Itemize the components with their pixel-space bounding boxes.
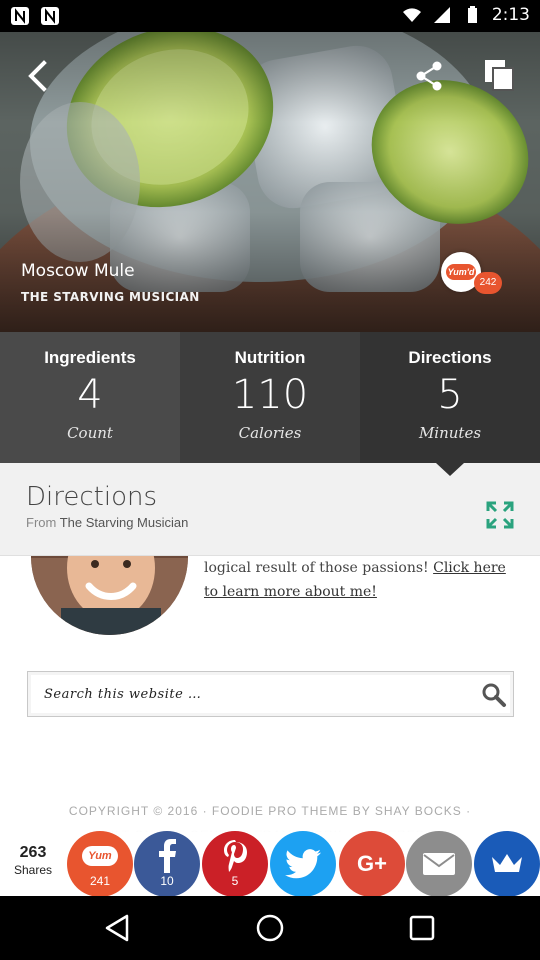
from-name: The Starving Musician	[59, 515, 189, 530]
recipe-hero: Moscow Mule THE STARVING MUSICIAN Yum'd …	[0, 32, 540, 332]
author-bio: logical result of those passions! Click …	[204, 556, 518, 604]
tab-ingredients[interactable]: Ingredients 4 Count	[0, 332, 180, 463]
recipe-author: THE STARVING MUSICIAN	[21, 290, 200, 304]
notification-n-icon	[41, 7, 59, 25]
yum-share-count: 241	[89, 874, 111, 888]
recipe-title: Moscow Mule	[21, 261, 135, 281]
search-submit-button[interactable]	[481, 682, 507, 708]
tab-label: Directions	[408, 348, 492, 367]
share-button[interactable]	[407, 54, 451, 98]
share-total-label: Shares	[13, 863, 53, 877]
pinterest-share-count: 5	[231, 874, 239, 888]
tab-value: 110	[231, 372, 309, 418]
tab-unit: Count	[67, 424, 113, 442]
pinterest-share-button[interactable]: 5	[202, 831, 268, 897]
site-search	[27, 671, 514, 717]
tab-unit: Calories	[238, 424, 302, 442]
home-circle-icon	[256, 914, 284, 942]
twitter-icon	[285, 849, 321, 879]
tab-unit: Minutes	[418, 424, 482, 442]
social-share-bar: 263 Shares Yum 241 10 5 G+	[0, 830, 540, 897]
nav-back-button[interactable]	[98, 908, 138, 948]
yum-share-button[interactable]: Yum 241	[67, 831, 133, 897]
email-share-button[interactable]	[406, 831, 472, 897]
author-photo	[31, 556, 188, 635]
tab-value: 4	[77, 372, 103, 418]
search-input[interactable]	[28, 672, 468, 716]
back-button[interactable]	[16, 54, 60, 98]
search-icon	[482, 683, 506, 707]
google-plus-icon: G+	[357, 851, 387, 876]
yum-button[interactable]: Yum'd 242	[441, 250, 503, 296]
tab-nutrition[interactable]: Nutrition 110 Calories	[180, 332, 360, 463]
tab-label: Ingredients	[44, 348, 136, 367]
clock: 2:13	[491, 5, 530, 25]
yum-icon: Yum	[82, 846, 118, 866]
directions-source: From The Starving Musician	[26, 515, 188, 530]
battery-icon	[467, 6, 477, 23]
twitter-share-button[interactable]	[270, 831, 336, 897]
expand-icon	[486, 501, 514, 529]
back-arrow-icon	[28, 60, 47, 92]
yum-label: Yum'd	[446, 264, 476, 280]
from-label: From	[26, 515, 57, 530]
copyright-line-1: COPYRIGHT © 2016 · FOODIE PRO THEME BY S…	[68, 804, 472, 818]
recents-square-icon	[409, 915, 435, 941]
share-total: 263	[19, 844, 47, 861]
facebook-share-count: 10	[160, 874, 174, 888]
notification-n-icon	[11, 7, 29, 25]
facebook-icon	[159, 839, 176, 873]
crown-icon	[492, 854, 522, 872]
pinterest-icon	[224, 840, 247, 872]
nav-recents-button[interactable]	[402, 908, 442, 948]
page-content: logical result of those passions! Click …	[0, 556, 540, 832]
copy-button[interactable]	[477, 54, 521, 98]
share-icon	[416, 61, 442, 91]
signal-icon	[433, 7, 450, 23]
bio-text: logical result of those passions!	[204, 560, 434, 576]
tab-label: Nutrition	[234, 348, 306, 367]
tab-value: 5	[437, 372, 463, 418]
google-plus-share-button[interactable]: G+	[339, 831, 405, 897]
directions-header: Directions From The Starving Musician	[0, 463, 540, 556]
tab-directions[interactable]: Directions 5 Minutes	[360, 332, 540, 476]
facebook-share-button[interactable]: 10	[134, 831, 200, 897]
nav-home-button[interactable]	[250, 908, 290, 948]
directions-title: Directions	[26, 482, 158, 512]
expand-button[interactable]	[484, 499, 516, 531]
copy-icon	[485, 60, 514, 91]
back-triangle-icon	[105, 914, 129, 942]
recipe-stats-tabs: Ingredients 4 Count Nutrition 110 Calori…	[0, 332, 540, 476]
system-nav-bar	[0, 896, 540, 960]
author-avatar	[31, 556, 188, 635]
yum-count-badge: 242	[474, 272, 502, 294]
active-tab-pointer	[436, 463, 464, 476]
status-bar: 2:13	[0, 0, 540, 32]
more-share-button[interactable]	[474, 831, 540, 897]
wifi-icon	[402, 8, 421, 22]
app-screen: 2:13 Moscow Mule THE STARVING MUSICIAN Y…	[0, 0, 540, 960]
total-shares: 263 Shares	[0, 844, 66, 877]
email-icon	[423, 853, 455, 875]
